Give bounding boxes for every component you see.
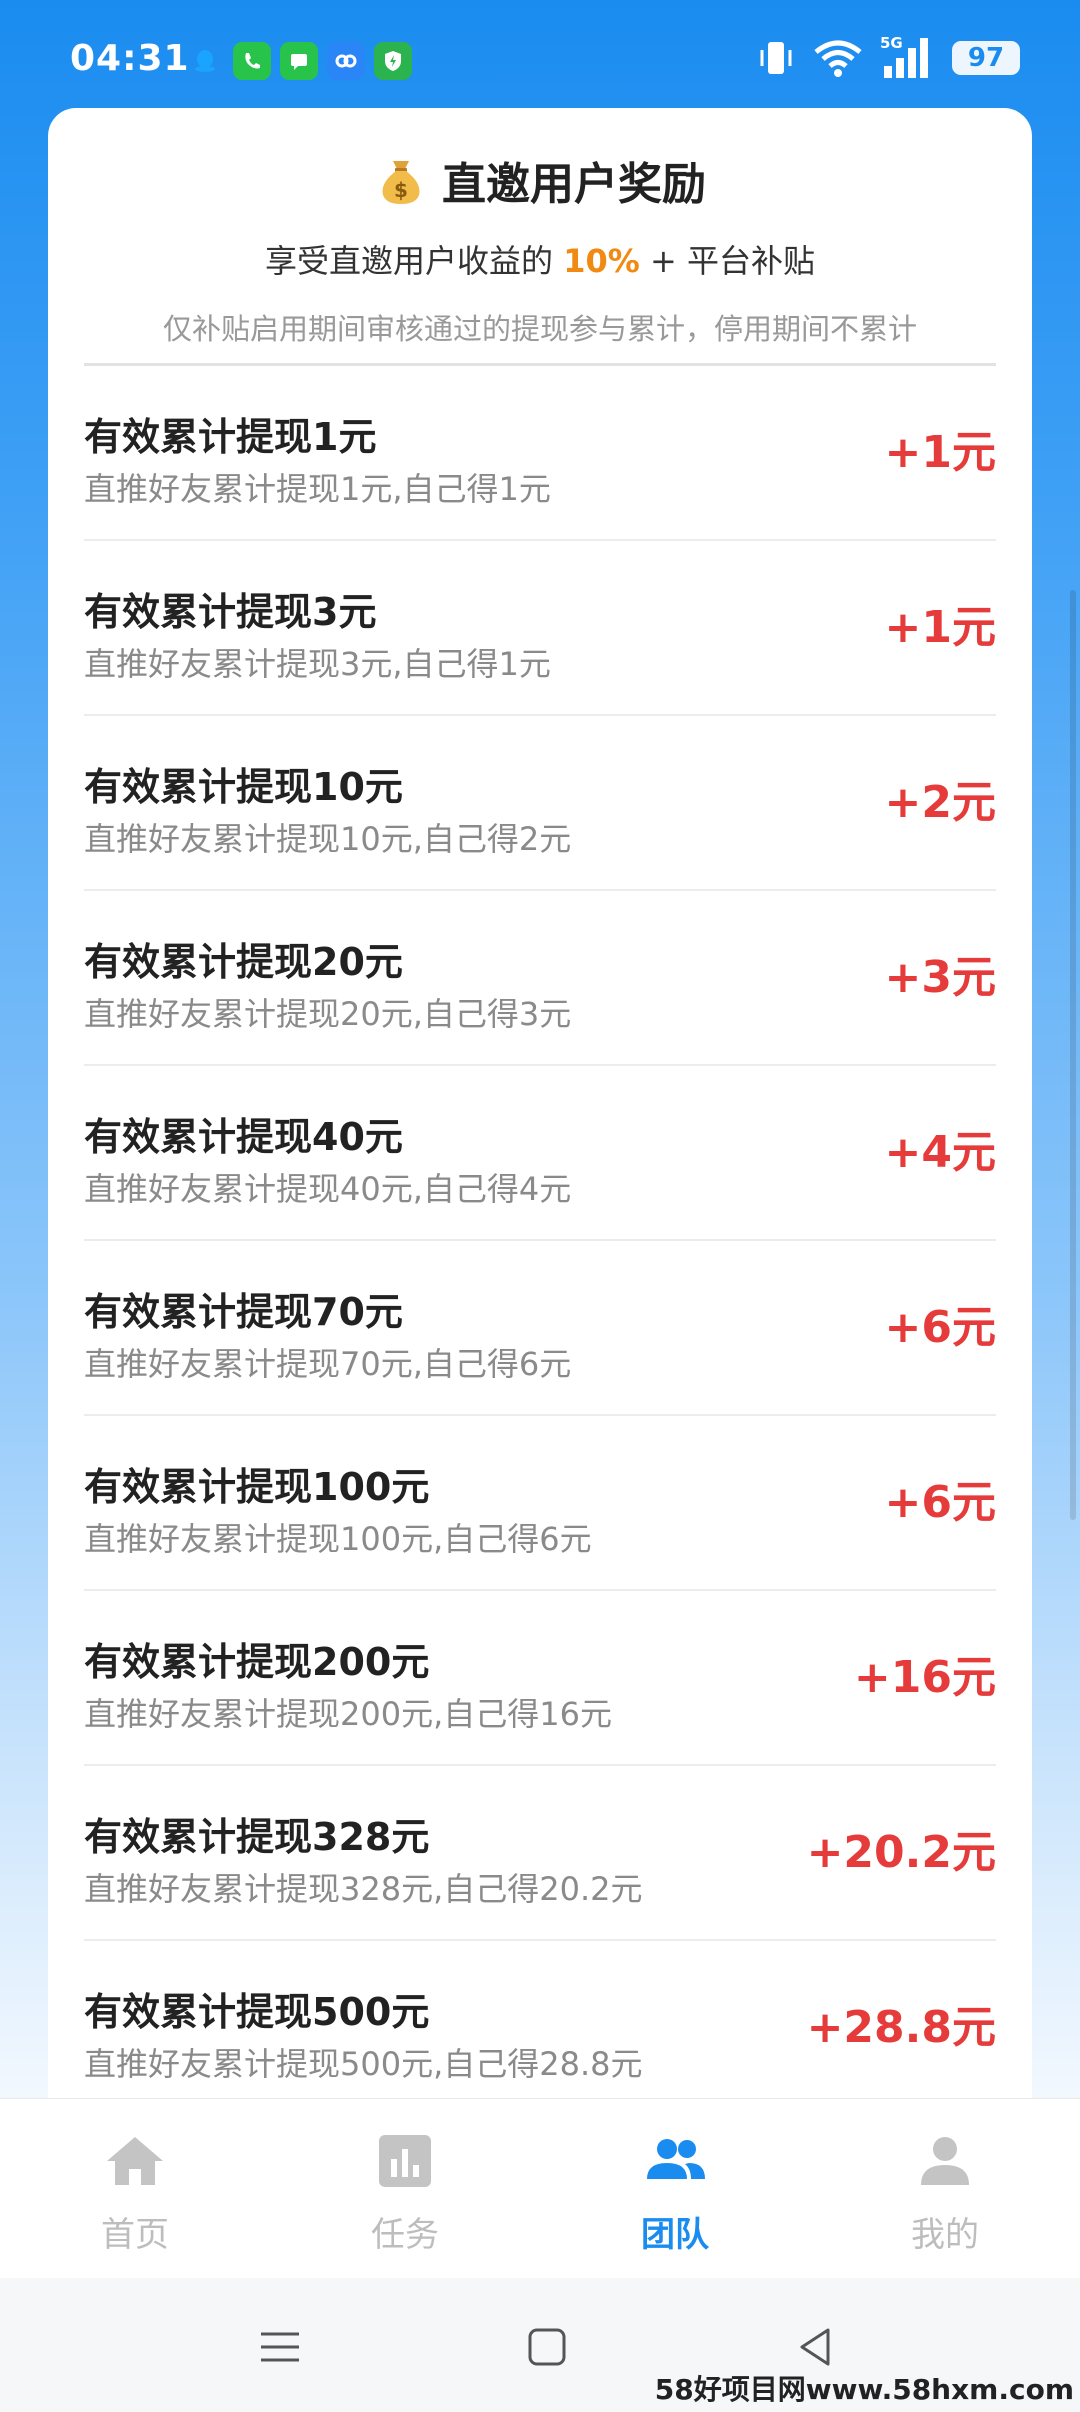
reward-card: $ 直邀用户奖励 享受直邀用户收益的 10% + 平台补贴 仅补贴启用期间审核通… xyxy=(48,108,1032,2098)
system-nav-bar: 58好项目网www.58hxm.com xyxy=(0,2278,1080,2412)
reward-desc: 直推好友累计提现70元,自己得6元 xyxy=(84,1345,572,1383)
reward-subtitle: 享受直邀用户收益的 10% + 平台补贴 xyxy=(84,236,996,282)
user-icon xyxy=(921,2137,969,2185)
home-icon xyxy=(107,2137,163,2185)
reward-row: 有效累计提现10元 直推好友累计提现10元,自己得2元 +2元 xyxy=(84,716,996,891)
reward-title: 有效累计提现200元 xyxy=(84,1640,430,1684)
wifi-icon xyxy=(814,40,862,77)
reward-desc: 直推好友累计提现10元,自己得2元 xyxy=(84,820,572,858)
reward-amount: +3元 xyxy=(884,952,996,1003)
subtitle-prefix: 享受直邀用户收益的 xyxy=(265,242,554,280)
reward-title: 有效累计提现10元 xyxy=(84,765,403,809)
reward-desc: 直推好友累计提现200元,自己得16元 xyxy=(84,1695,612,1733)
reward-amount: +1元 xyxy=(884,427,996,478)
watermark: 58好项目网www.58hxm.com xyxy=(654,2373,1074,2406)
home-square-icon[interactable] xyxy=(522,2322,572,2372)
status-bar: 04:31 5G 97 xyxy=(0,0,1080,108)
reward-row: 有效累计提现328元 直推好友累计提现328元,自己得20.2元 +20.2元 xyxy=(84,1766,996,1941)
status-time: 04:31 xyxy=(70,38,190,79)
reward-title: 有效累计提现70元 xyxy=(84,1290,403,1334)
signal-icon: 5G xyxy=(880,34,936,80)
reward-row: 有效累计提现20元 直推好友累计提现20元,自己得3元 +3元 xyxy=(84,891,996,1066)
reward-row: 有效累计提现100元 直推好友累计提现100元,自己得6元 +6元 xyxy=(84,1416,996,1591)
reward-amount: +1元 xyxy=(884,602,996,653)
nav-label: 首页 xyxy=(101,2215,169,2255)
reward-desc: 直推好友累计提现20元,自己得3元 xyxy=(84,995,572,1033)
nav-item-team[interactable]: 团队 xyxy=(540,2099,810,2278)
reward-header: $ 直邀用户奖励 享受直邀用户收益的 10% + 平台补贴 仅补贴启用期间审核通… xyxy=(84,108,996,366)
back-icon[interactable] xyxy=(790,2322,840,2372)
reward-desc: 直推好友累计提现3元,自己得1元 xyxy=(84,645,551,683)
bottom-nav: 首页 任务 团队 我的 xyxy=(0,2098,1080,2278)
reward-row: 有效累计提现40元 直推好友累计提现40元,自己得4元 +4元 xyxy=(84,1066,996,1241)
reward-desc: 直推好友累计提现40元,自己得4元 xyxy=(84,1170,572,1208)
reward-row: 有效累计提现70元 直推好友累计提现70元,自己得6元 +6元 xyxy=(84,1241,996,1416)
reward-amount: +20.2元 xyxy=(806,1827,996,1878)
reward-amount: +28.8元 xyxy=(806,2002,996,2053)
reward-row: 有效累计提现500元 直推好友累计提现500元,自己得28.8元 +28.8元 xyxy=(84,1941,996,2098)
subtitle-rate: 10% xyxy=(563,242,640,280)
reward-row: 有效累计提现200元 直推好友累计提现200元,自己得16元 +16元 xyxy=(84,1591,996,1766)
reward-title: 有效累计提现500元 xyxy=(84,1990,430,2034)
title-row: $ 直邀用户奖励 xyxy=(84,148,996,212)
reward-amount: +4元 xyxy=(884,1127,996,1178)
status-indicators: 5G 97 xyxy=(756,34,1020,80)
scrollbar[interactable] xyxy=(1070,590,1076,1520)
reward-row: 有效累计提现1元 直推好友累计提现1元,自己得1元 +1元 xyxy=(84,366,996,541)
shield-app-icon xyxy=(374,42,412,80)
reward-amount: +6元 xyxy=(884,1302,996,1353)
reward-amount: +6元 xyxy=(884,1477,996,1528)
vibrate-icon xyxy=(760,42,792,74)
reward-title: 有效累计提现100元 xyxy=(84,1465,430,1509)
battery-indicator: 97 xyxy=(952,41,1020,75)
reward-title: 有效累计提现1元 xyxy=(84,415,377,459)
svg-text:$: $ xyxy=(394,178,408,202)
money-bag-icon: $ xyxy=(382,161,420,204)
chart-icon xyxy=(379,2135,431,2187)
menu-icon[interactable] xyxy=(255,2322,305,2372)
reward-amount: +16元 xyxy=(853,1652,996,1703)
reward-title: 有效累计提现20元 xyxy=(84,940,403,984)
reward-desc: 直推好友累计提现100元,自己得6元 xyxy=(84,1520,592,1558)
phone-icon xyxy=(233,42,271,80)
reward-title: 有效累计提现328元 xyxy=(84,1815,430,1859)
reward-title: 有效累计提现3元 xyxy=(84,590,377,634)
reward-list: 有效累计提现1元 直推好友累计提现1元,自己得1元 +1元 有效累计提现3元 直… xyxy=(84,366,996,2098)
nav-item-home[interactable]: 首页 xyxy=(0,2099,270,2278)
page-title: 直邀用户奖励 xyxy=(442,159,706,210)
nav-label: 我的 xyxy=(911,2215,979,2255)
reward-desc: 直推好友累计提现500元,自己得28.8元 xyxy=(84,2045,643,2083)
reward-amount: +2元 xyxy=(884,777,996,828)
nav-item-me[interactable]: 我的 xyxy=(810,2099,1080,2278)
team-icon xyxy=(647,2139,705,2179)
nav-label: 团队 xyxy=(641,2215,709,2255)
reward-title: 有效累计提现40元 xyxy=(84,1115,403,1159)
reward-row: 有效累计提现3元 直推好友累计提现3元,自己得1元 +1元 xyxy=(84,541,996,716)
reward-desc: 直推好友累计提现1元,自己得1元 xyxy=(84,470,551,508)
reward-note: 仅补贴启用期间审核通过的提现参与累计，停用期间不累计 xyxy=(162,312,917,346)
nav-item-tasks[interactable]: 任务 xyxy=(270,2099,540,2278)
subtitle-suffix: + 平台补贴 xyxy=(649,242,815,280)
qq-icon xyxy=(186,42,224,80)
message-icon xyxy=(280,42,318,80)
nav-label: 任务 xyxy=(371,2215,439,2255)
reward-desc: 直推好友累计提现328元,自己得20.2元 xyxy=(84,1870,643,1908)
link-app-icon xyxy=(327,42,365,80)
